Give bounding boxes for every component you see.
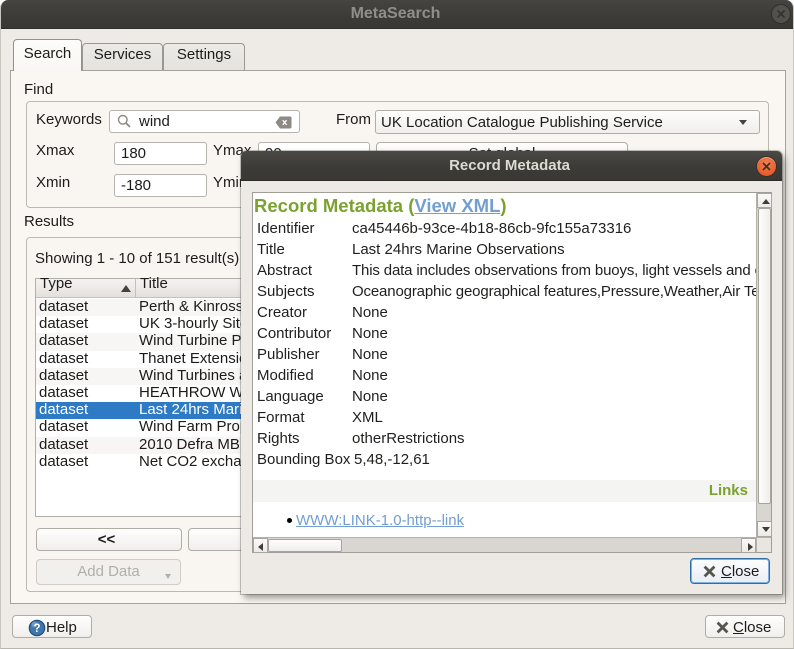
svg-text:?: ? [33,623,40,635]
